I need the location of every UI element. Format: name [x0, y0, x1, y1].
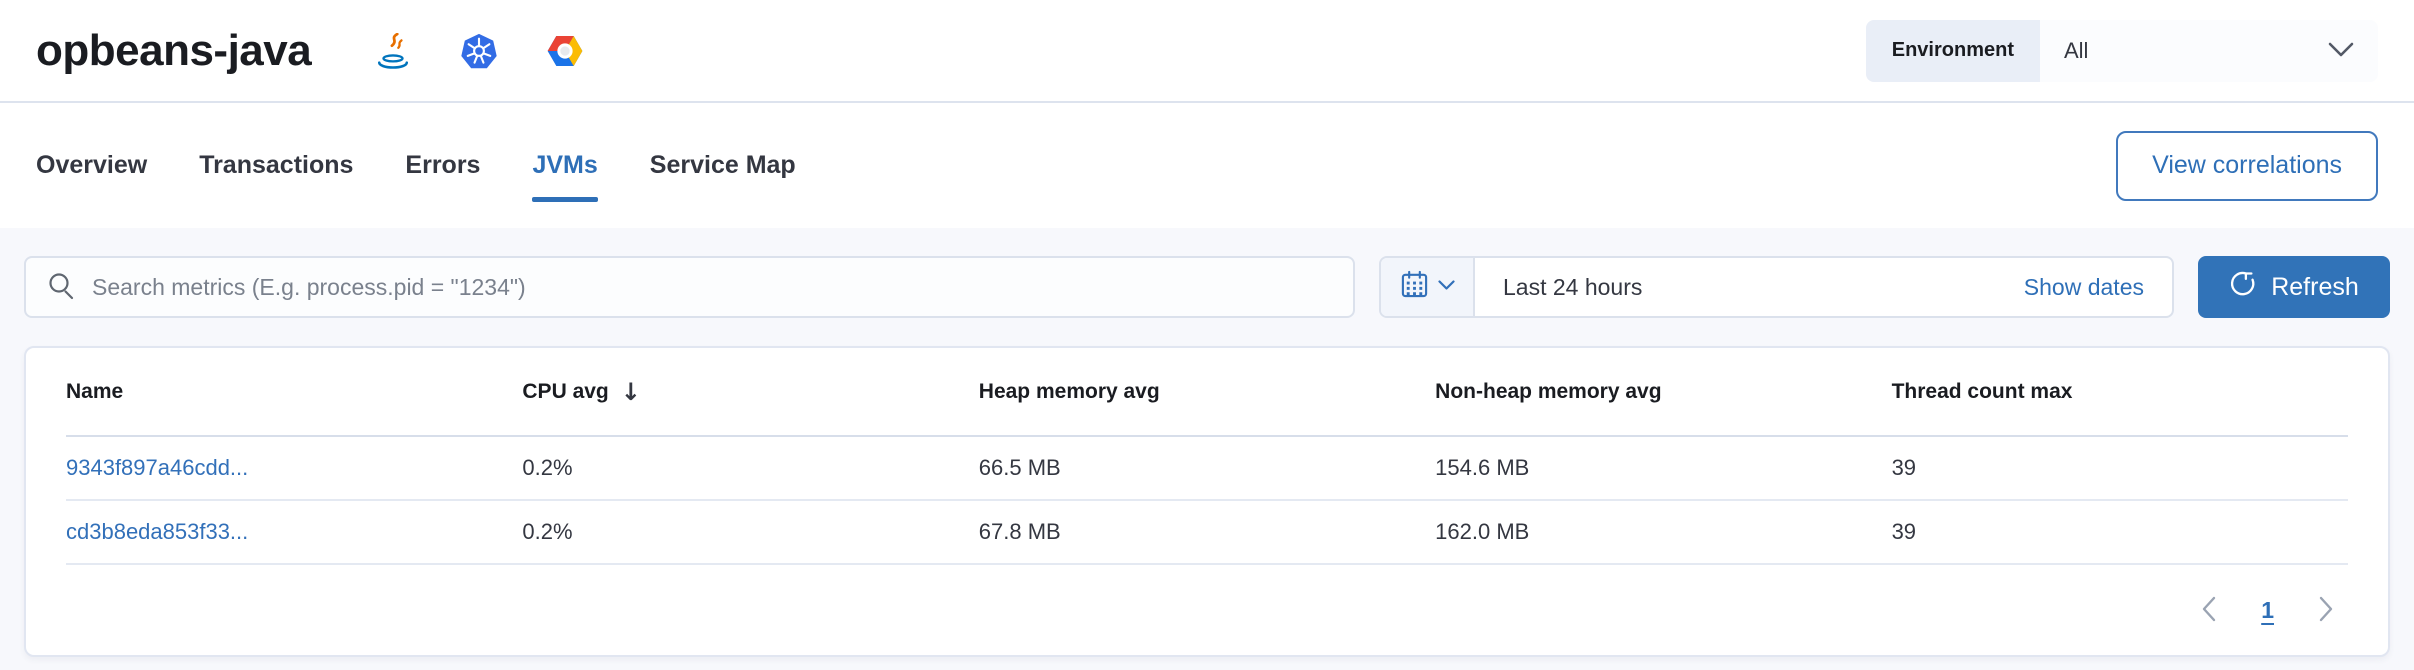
column-header-heap-memory-avg[interactable]: Heap memory avg [979, 348, 1435, 436]
chevron-left-icon [2201, 596, 2217, 625]
kubernetes-icon [461, 33, 497, 69]
refresh-icon [2229, 270, 2256, 304]
jvm-link[interactable]: 9343f897a46cdd... [66, 455, 248, 480]
time-range-value[interactable]: Last 24 hours [1475, 274, 2024, 301]
jvm-link[interactable]: cd3b8eda853f33... [66, 519, 248, 544]
tab-jvms[interactable]: JVMs [532, 103, 597, 228]
non-heap-memory-avg-cell: 154.6 MB [1435, 436, 1891, 500]
jvm-metrics-panel: Name CPU avg ↓ Heap memory avg Non-heap … [24, 346, 2390, 657]
page-number-1[interactable]: 1 [2261, 597, 2274, 624]
table-row: 9343f897a46cdd... 0.2% 66.5 MB 154.6 MB … [66, 436, 2348, 500]
tab-service-map[interactable]: Service Map [650, 103, 796, 228]
agent-icons [375, 33, 583, 69]
column-header-name[interactable]: Name [66, 348, 522, 436]
cpu-avg-cell: 0.2% [522, 436, 978, 500]
controls-row: Last 24 hours Show dates Refresh [0, 228, 2414, 318]
non-heap-memory-avg-cell: 162.0 MB [1435, 500, 1891, 564]
thread-count-max-cell: 39 [1892, 436, 2348, 500]
table-header-row: Name CPU avg ↓ Heap memory avg Non-heap … [66, 348, 2348, 436]
environment-value: All [2064, 38, 2088, 64]
tab-errors[interactable]: Errors [405, 103, 480, 228]
jvm-name-cell: cd3b8eda853f33... [66, 500, 522, 564]
chevron-down-icon [2328, 38, 2354, 64]
apm-service-page: opbeans-java [0, 0, 2414, 670]
column-header-non-heap-memory-avg[interactable]: Non-heap memory avg [1435, 348, 1891, 436]
chevron-right-icon [2318, 596, 2334, 625]
refresh-label: Refresh [2271, 273, 2359, 302]
heap-memory-avg-cell: 66.5 MB [979, 436, 1435, 500]
table-row: cd3b8eda853f33... 0.2% 67.8 MB 162.0 MB … [66, 500, 2348, 564]
environment-filter: Environment All [1866, 20, 2378, 82]
jvm-name-cell: 9343f897a46cdd... [66, 436, 522, 500]
column-header-thread-count-max[interactable]: Thread count max [1892, 348, 2348, 436]
tab-overview[interactable]: Overview [36, 103, 147, 228]
thread-count-max-cell: 39 [1892, 500, 2348, 564]
refresh-button[interactable]: Refresh [2198, 256, 2390, 318]
sort-desc-icon: ↓ [621, 378, 641, 406]
view-correlations-button[interactable]: View correlations [2116, 131, 2378, 201]
heap-memory-avg-cell: 67.8 MB [979, 500, 1435, 564]
jvm-metrics-table: Name CPU avg ↓ Heap memory avg Non-heap … [66, 348, 2348, 565]
metrics-search-box[interactable] [24, 256, 1355, 318]
pagination: 1 [66, 565, 2348, 655]
metrics-search-input[interactable] [92, 274, 1333, 301]
service-header: opbeans-java [0, 0, 2414, 103]
next-page-button[interactable] [2318, 596, 2334, 625]
google-cloud-icon [547, 33, 583, 69]
environment-label: Environment [1866, 20, 2040, 82]
chevron-down-icon [1438, 278, 1455, 296]
page-title: opbeans-java [36, 26, 311, 76]
column-header-cpu-avg[interactable]: CPU avg ↓ [522, 348, 978, 436]
calendar-icon [1400, 270, 1429, 304]
cpu-avg-cell: 0.2% [522, 500, 978, 564]
show-dates-link[interactable]: Show dates [2024, 274, 2172, 301]
date-quick-select-button[interactable] [1381, 258, 1475, 316]
java-icon [375, 33, 411, 69]
tab-bar: Overview Transactions Errors JVMs Servic… [0, 103, 2414, 228]
search-icon [46, 270, 76, 305]
previous-page-button[interactable] [2201, 596, 2217, 625]
date-picker: Last 24 hours Show dates [1379, 256, 2174, 318]
environment-select[interactable]: All [2040, 20, 2378, 82]
tab-transactions[interactable]: Transactions [199, 103, 353, 228]
